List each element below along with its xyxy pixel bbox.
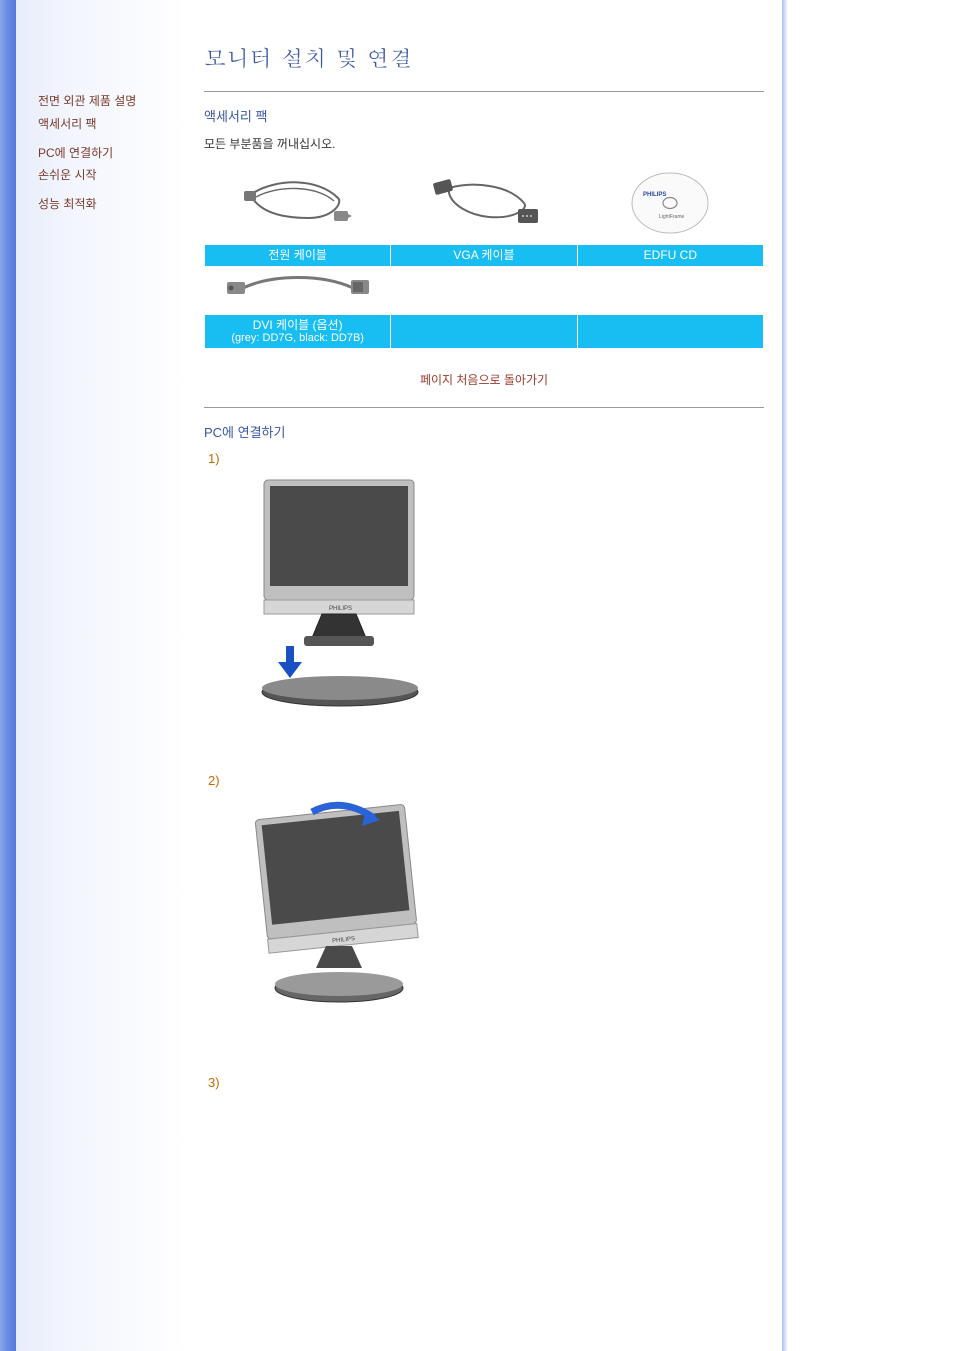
vga-cable-icon (424, 173, 544, 233)
step-1-image: PHILIPS (204, 470, 764, 715)
step-3: 3) (204, 1075, 764, 1090)
svg-text:PHILIPS: PHILIPS (329, 606, 352, 612)
step-1: 1) PHILIPS (204, 451, 764, 715)
acc-label-dvi-line2: (grey: DD7G, black: DD7B) (209, 332, 386, 345)
divider (204, 407, 764, 408)
accessories-table: PHILIPS LightFrame 전원 케이블 VGA 케이블 EDFU C… (204, 166, 764, 349)
acc-label-vga: VGA 케이블 (391, 245, 577, 267)
left-gradient-strip (0, 0, 16, 1351)
acc-img-vga-cable (391, 167, 577, 245)
acc-label-dvi-line1: DVI 케이블 (옵션) (253, 318, 343, 332)
monitor-tilt-icon: PHILIPS (234, 792, 434, 1012)
page-root: 전면 외관 제품 설명 액세서리 팩 PC에 연결하기 손쉬운 시작 성능 최적… (0, 0, 954, 1351)
section-title-accessories: 액세서리 팩 (204, 106, 764, 125)
step-3-number: 3) (208, 1075, 764, 1090)
cd-icon: PHILIPS LightFrame (615, 168, 725, 238)
svg-text:PHILIPS: PHILIPS (643, 192, 666, 198)
sidebar-link-connect-pc[interactable]: PC에 연결하기 (38, 142, 172, 165)
acc-img-dvi-cable (205, 267, 391, 315)
main-content: 모니터 설치 및 연결 액세서리 팩 모든 부분품을 꺼내십시오. (186, 0, 782, 1351)
acc-img-empty-2 (577, 267, 763, 315)
monitor-attach-base-icon: PHILIPS (234, 470, 434, 710)
acc-label-cd: EDFU CD (577, 245, 763, 267)
svg-text:LightFrame: LightFrame (659, 214, 685, 220)
acc-label-dvi: DVI 케이블 (옵션) (grey: DD7G, black: DD7B) (205, 315, 391, 349)
step-2-number: 2) (208, 773, 764, 788)
back-to-top-link[interactable]: 페이지 처음으로 돌아가기 (420, 373, 548, 387)
step-2-image: PHILIPS (204, 792, 764, 1017)
step-1-number: 1) (208, 451, 764, 466)
section-title-connect: PC에 연결하기 (204, 422, 764, 441)
power-cable-icon (238, 173, 358, 233)
dvi-cable-icon (223, 268, 373, 308)
divider (204, 91, 764, 92)
sidebar-link-accessories[interactable]: 액세서리 팩 (38, 113, 172, 136)
accessories-note: 모든 부분품을 꺼내십시오. (204, 135, 764, 152)
back-to-top-wrap: 페이지 처음으로 돌아가기 (204, 371, 764, 389)
acc-img-empty-1 (391, 267, 577, 315)
sidebar-nav: 전면 외관 제품 설명 액세서리 팩 PC에 연결하기 손쉬운 시작 성능 최적… (16, 0, 186, 1351)
sidebar-link-easy-start[interactable]: 손쉬운 시작 (38, 164, 172, 187)
acc-label-empty-1 (391, 315, 577, 349)
sidebar-link-optimize[interactable]: 성능 최적화 (38, 193, 172, 216)
right-gutter (782, 0, 954, 1351)
sidebar-link-front-desc[interactable]: 전면 외관 제품 설명 (38, 90, 172, 113)
acc-img-edfu-cd: PHILIPS LightFrame (577, 167, 763, 245)
page-title: 모니터 설치 및 연결 (204, 42, 764, 73)
acc-label-power: 전원 케이블 (205, 245, 391, 267)
acc-label-empty-2 (577, 315, 763, 349)
step-2: 2) PHILIPS (204, 773, 764, 1017)
acc-img-power-cable (205, 167, 391, 245)
